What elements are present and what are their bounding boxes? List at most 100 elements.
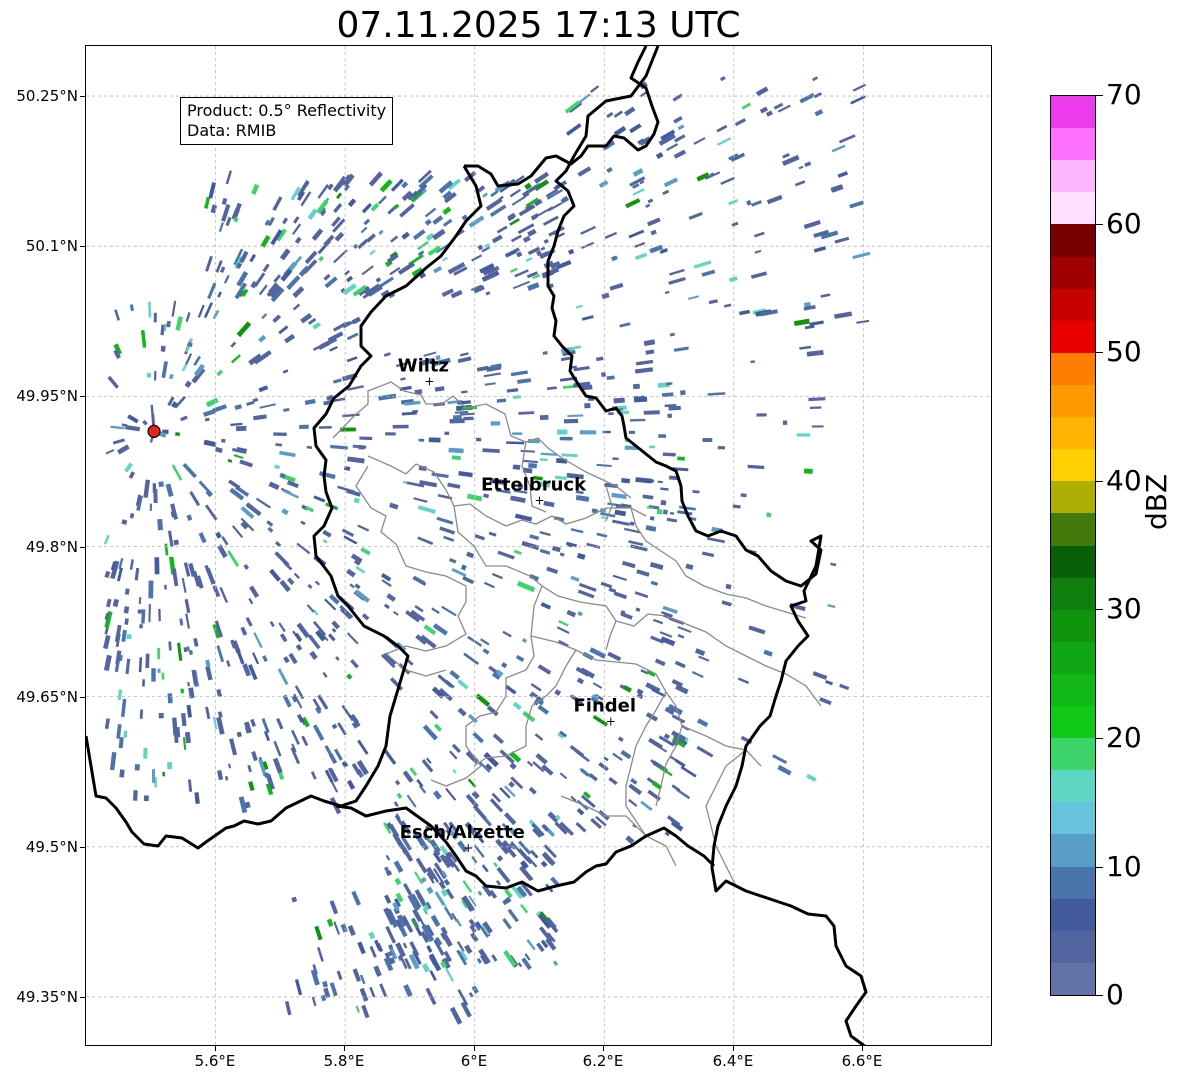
radar-echo <box>248 781 255 791</box>
radar-echo <box>425 987 437 1006</box>
radar-echo <box>830 184 844 193</box>
radar-echo <box>827 603 836 609</box>
radar-echo <box>390 235 399 243</box>
radar-echo <box>247 764 252 773</box>
radar-echo <box>512 701 522 710</box>
radar-echo <box>592 682 603 689</box>
radar-echo <box>369 249 376 256</box>
radar-echo <box>401 231 410 240</box>
radar-echo <box>194 792 200 805</box>
radar-echo <box>128 471 136 479</box>
radar-echo <box>273 432 287 436</box>
radar-echo <box>287 577 295 586</box>
lon-tick-label: 5.8°E <box>323 1052 365 1070</box>
radar-echo <box>728 276 738 283</box>
colorbar-tick <box>1096 95 1103 96</box>
radar-echo <box>354 583 361 590</box>
radar-echo <box>331 620 341 630</box>
radar-echo <box>530 682 542 692</box>
radar-echo <box>175 316 183 331</box>
radar-echo <box>294 979 303 996</box>
lon-tick <box>862 1046 863 1051</box>
radar-echo <box>612 752 623 761</box>
radar-echo <box>515 654 525 663</box>
radar-echo <box>569 744 585 758</box>
radar-echo <box>231 525 244 538</box>
radar-echo <box>632 188 645 196</box>
radar-echo <box>396 792 403 799</box>
radar-echo <box>174 395 187 409</box>
radar-echo <box>628 798 638 807</box>
radar-echo <box>291 896 298 903</box>
radar-echo <box>226 660 231 667</box>
radar-echo <box>687 295 700 300</box>
radar-echo <box>403 984 413 998</box>
radar-echo <box>463 416 474 421</box>
radar-echo <box>218 222 224 233</box>
radar-echo <box>512 432 523 435</box>
radar-echo <box>701 551 715 558</box>
radar-echo <box>212 585 221 598</box>
radar-echo <box>167 530 174 548</box>
colorbar-tick <box>1096 738 1103 739</box>
radar-echo <box>384 894 392 904</box>
radar-echo <box>240 626 248 636</box>
radar-echo <box>177 642 183 661</box>
radar-echo <box>613 591 628 600</box>
radar-echo <box>811 425 824 428</box>
radar-echo <box>820 293 831 298</box>
radar-echo <box>645 525 657 532</box>
radar-echo <box>516 580 536 593</box>
radar-echo <box>227 458 233 463</box>
reflectivity-colorbar <box>1050 95 1096 996</box>
radar-echo <box>628 430 636 434</box>
radar-echo <box>358 445 365 450</box>
radar-echo <box>112 598 120 608</box>
radar-echo <box>688 211 703 220</box>
radar-echo <box>205 255 213 272</box>
radar-echo <box>360 226 368 234</box>
radar-echo <box>180 415 188 422</box>
lat-tick <box>80 697 85 698</box>
radar-echo <box>370 202 380 212</box>
map-title: 07.11.2025 17:13 UTC <box>336 5 741 46</box>
radar-echo <box>692 490 700 494</box>
radar-echo <box>429 709 439 720</box>
radar-echo <box>601 372 606 378</box>
radar-echo <box>759 106 769 114</box>
radar-echo <box>368 171 383 187</box>
radar-echo <box>151 769 156 783</box>
radar-echo <box>354 589 371 603</box>
radar-echo <box>166 320 171 328</box>
radar-echo <box>673 116 683 124</box>
radar-echo <box>117 689 123 701</box>
radar-echo <box>394 877 402 886</box>
radar-echo <box>394 779 401 786</box>
radar-echo <box>534 733 544 741</box>
radar-echo <box>674 134 686 143</box>
colorbar-segment <box>1051 801 1095 835</box>
product-label: Product: 0.5° Reflectivity <box>187 101 387 120</box>
radar-echo <box>482 448 500 453</box>
radar-echo <box>124 588 130 595</box>
radar-echo <box>259 403 276 409</box>
lon-tick-label: 6.2°E <box>582 1052 624 1070</box>
radar-echo <box>164 543 169 556</box>
radar-echo <box>236 731 242 738</box>
radar-echo <box>378 229 384 236</box>
colorbar-segment <box>1051 641 1095 674</box>
radar-echo <box>203 302 213 319</box>
radar-echo <box>725 583 732 590</box>
radar-echo <box>152 483 157 493</box>
radar-echo <box>351 890 361 906</box>
radar-echo <box>158 608 161 622</box>
radar-echo <box>361 265 374 276</box>
colorbar-segment <box>1051 769 1095 803</box>
radar-echo <box>412 229 426 241</box>
radar-echo <box>660 500 667 506</box>
radar-echo <box>272 196 283 211</box>
radar-echo <box>418 438 425 442</box>
radar-echo <box>357 524 370 532</box>
radar-echo <box>323 400 330 406</box>
radar-echo <box>227 550 240 567</box>
